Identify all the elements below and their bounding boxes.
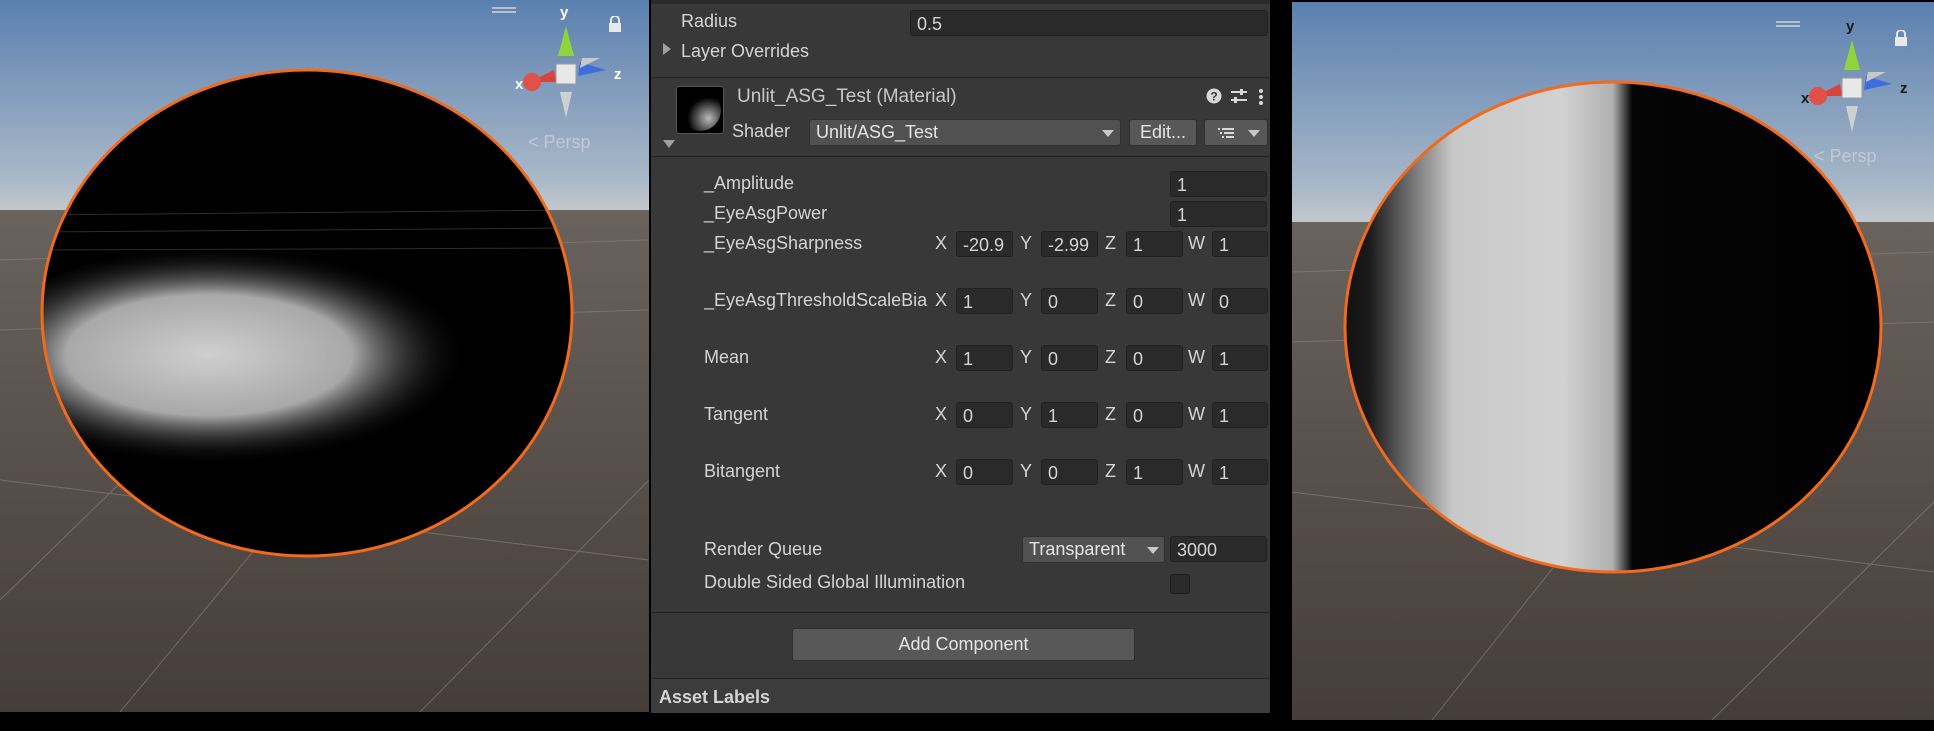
material-options-button[interactable] <box>1204 119 1268 146</box>
tangent-w[interactable]: 1 <box>1212 402 1268 428</box>
tangent-x[interactable]: 0 <box>956 402 1013 428</box>
eye-asg-sharpness-y[interactable]: -2.99 <box>1041 231 1098 257</box>
bitangent-z[interactable]: 1 <box>1126 459 1183 485</box>
chevron-down-icon <box>1147 547 1159 554</box>
hamburger-icon[interactable] <box>1776 15 1800 27</box>
orientation-gizmo[interactable] <box>1796 32 1916 142</box>
gizmo-z-label: z <box>1900 80 1908 97</box>
asset-labels-title: Asset Labels <box>659 687 771 707</box>
svg-text:?: ? <box>1210 90 1217 104</box>
eye-asg-sharpness-z[interactable]: 1 <box>1126 231 1183 257</box>
help-icon[interactable]: ? <box>1206 88 1222 104</box>
axis-y-label: Y <box>1020 404 1033 424</box>
tangent-z[interactable]: 0 <box>1126 402 1183 428</box>
eye-asg-sharpness-w[interactable]: 1 <box>1212 231 1268 257</box>
persp-label[interactable]: < Persp <box>1814 146 1877 167</box>
axis-w-label: W <box>1188 404 1205 424</box>
material-foldout-icon[interactable] <box>663 140 675 148</box>
chevron-down-icon <box>1102 130 1114 137</box>
bitangent-y[interactable]: 0 <box>1041 459 1098 485</box>
axis-z-label: Z <box>1105 404 1116 424</box>
axis-w-label: W <box>1188 461 1205 481</box>
hamburger-icon[interactable] <box>492 1 516 13</box>
eye-asg-sharpness-label: _EyeAsgSharpness <box>704 233 863 253</box>
foldout-arrow-icon[interactable] <box>663 43 671 55</box>
mean-x[interactable]: 1 <box>956 345 1013 371</box>
asset-labels-header[interactable]: Asset Labels <box>651 679 1270 713</box>
eye-asg-power-field[interactable]: 1 <box>1170 201 1267 227</box>
kebab-menu-icon[interactable] <box>1258 88 1264 106</box>
axis-w-label: W <box>1188 347 1205 367</box>
edit-shader-button[interactable]: Edit... <box>1129 119 1197 146</box>
tangent-label: Tangent <box>704 404 769 424</box>
axis-y-label: Y <box>1020 461 1033 481</box>
axis-z-label: Z <box>1105 233 1116 253</box>
mean-y[interactable]: 0 <box>1041 345 1098 371</box>
scene-viewport-left[interactable]: y z x < Persp <box>0 0 649 712</box>
axis-y-label: Y <box>1020 233 1033 253</box>
axis-x-label: X <box>935 290 948 310</box>
axis-w-label: W <box>1188 290 1205 310</box>
eye-asg-threshold-label: _EyeAsgThresholdScaleBia <box>704 290 928 310</box>
gizmo-z-label: z <box>614 66 622 83</box>
render-queue-dropdown-value: Transparent <box>1029 539 1126 559</box>
axis-y-label: Y <box>1020 347 1033 367</box>
preset-icon[interactable] <box>1230 88 1248 104</box>
render-queue-field[interactable]: 3000 <box>1170 536 1267 562</box>
gizmo-x-label: x <box>515 76 524 93</box>
double-sided-gi-checkbox[interactable] <box>1170 574 1190 594</box>
gizmo-y-label: y <box>560 4 569 21</box>
eye-asg-threshold-w[interactable]: 0 <box>1212 288 1268 314</box>
amplitude-field[interactable]: 1 <box>1170 171 1267 197</box>
axis-x-label: X <box>935 347 948 367</box>
amplitude-label: _Amplitude <box>704 173 795 193</box>
axis-x-label: X <box>935 404 948 424</box>
chevron-down-icon <box>1248 130 1260 137</box>
inspector-panel: Radius 0.5 Layer Overrides Unlit_ASG_Tes… <box>651 0 1270 713</box>
eye-asg-threshold-y[interactable]: 0 <box>1041 288 1098 314</box>
axis-w-label: W <box>1188 233 1205 253</box>
persp-label[interactable]: < Persp <box>528 132 591 153</box>
material-title: Unlit_ASG_Test (Material) <box>737 86 957 107</box>
shader-dropdown[interactable]: Unlit/ASG_Test <box>809 119 1121 146</box>
layer-overrides-label[interactable]: Layer Overrides <box>681 41 809 62</box>
bitangent-label: Bitangent <box>704 461 781 481</box>
axis-y-label: Y <box>1020 290 1033 310</box>
mean-label: Mean <box>704 347 750 367</box>
tangent-y[interactable]: 1 <box>1041 402 1098 428</box>
radius-field[interactable]: 0.5 <box>910 10 1268 36</box>
mean-w[interactable]: 1 <box>1212 345 1268 371</box>
material-preview-icon <box>676 86 724 134</box>
shader-label: Shader <box>732 121 791 141</box>
gizmo-x-label: x <box>1801 90 1810 107</box>
scene-viewport-right[interactable]: y z x < Persp <box>1292 2 1934 720</box>
eye-asg-threshold-z[interactable]: 0 <box>1126 288 1183 314</box>
axis-x-label: X <box>935 461 948 481</box>
gizmo-y-label: y <box>1846 18 1855 35</box>
shader-value: Unlit/ASG_Test <box>816 122 939 142</box>
bitangent-w[interactable]: 1 <box>1212 459 1268 485</box>
axis-z-label: Z <box>1105 347 1116 367</box>
eye-asg-sharpness-x[interactable]: -20.9 <box>956 231 1013 257</box>
double-sided-gi-label: Double Sided Global Illumination <box>704 572 966 592</box>
eye-asg-power-label: _EyeAsgPower <box>704 203 828 223</box>
radius-label: Radius <box>681 11 738 31</box>
list-icon <box>1218 128 1234 138</box>
axis-z-label: Z <box>1105 290 1116 310</box>
bitangent-x[interactable]: 0 <box>956 459 1013 485</box>
axis-x-label: X <box>935 233 948 253</box>
eye-asg-threshold-x[interactable]: 1 <box>956 288 1013 314</box>
orientation-gizmo[interactable] <box>510 18 630 128</box>
mean-z[interactable]: 0 <box>1126 345 1183 371</box>
render-queue-dropdown[interactable]: Transparent <box>1022 536 1165 563</box>
add-component-button[interactable]: Add Component <box>792 628 1135 661</box>
render-queue-label: Render Queue <box>704 539 823 559</box>
axis-z-label: Z <box>1105 461 1116 481</box>
